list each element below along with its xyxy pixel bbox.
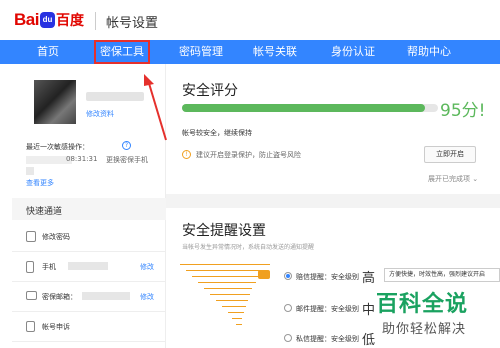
- radio-email-reminder[interactable]: [284, 304, 292, 312]
- mail-icon: [26, 291, 37, 300]
- radio-message-reminder[interactable]: [284, 334, 292, 342]
- score-description: 帐号较安全，继续保持: [182, 129, 252, 137]
- quick-link-phone[interactable]: 手机 修改: [12, 252, 166, 282]
- logo-text-bai: Bai: [14, 10, 39, 29]
- option-level: 低: [362, 333, 376, 348]
- header: Bai du 百度 帐号设置: [0, 0, 500, 40]
- quick-link-appeal[interactable]: 帐号申诉: [12, 312, 166, 342]
- quick-link-label: 密保邮箱：: [42, 293, 77, 301]
- radio-sms-reminder[interactable]: [284, 272, 292, 280]
- title-divider: [95, 12, 96, 30]
- score-progress-bar: [182, 104, 438, 112]
- avatar[interactable]: [34, 80, 76, 124]
- tooltip: 方便快捷，时效性高，强烈建议开启: [384, 268, 500, 282]
- remind-title: 安全提醒设置: [182, 223, 266, 239]
- logo-text-cn: 百度: [55, 13, 84, 29]
- option-level: 高: [362, 271, 376, 286]
- phone-icon: [26, 261, 34, 273]
- help-icon[interactable]: ?: [122, 141, 131, 150]
- option-label: 邮件提醒：安全级别: [296, 305, 359, 313]
- watermark-title: 百科全说: [376, 292, 469, 317]
- watermark-subtitle: 助你轻松解决: [382, 322, 467, 337]
- edit-phone-link[interactable]: 修改: [140, 262, 154, 272]
- option-label: 私信提醒：安全级别: [296, 335, 359, 343]
- quick-link-email[interactable]: 密保邮箱： 修改: [12, 282, 166, 312]
- nav-item-home[interactable]: 首页: [18, 40, 78, 64]
- nav-item-identity[interactable]: 身份认证: [318, 40, 388, 64]
- phone-blurred: [68, 262, 108, 270]
- warning-text: 建议开启登录保护，防止盗号风险: [196, 151, 301, 159]
- quick-title: 快速通道: [26, 207, 63, 217]
- quick-link-change-password[interactable]: 修改密码: [12, 222, 166, 252]
- chevron-down-icon: ⌄: [472, 175, 479, 183]
- view-more-link[interactable]: 查看更多: [26, 178, 54, 188]
- nav-item-linked-accounts[interactable]: 帐号关联: [240, 40, 310, 64]
- warning-icon: !: [182, 150, 191, 159]
- expand-completed-link[interactable]: 展开已完成项 ⌄: [428, 174, 478, 184]
- quick-link-label: 帐号申诉: [42, 323, 70, 331]
- last-op-desc: 更换密保手机: [106, 156, 148, 164]
- document-icon: [26, 321, 35, 332]
- nav-item-help[interactable]: 帮助中心: [394, 40, 464, 64]
- remind-description: 当帐号发生异常情况时，系统自动发送的通知提醒: [182, 244, 315, 251]
- option-level: 中: [362, 303, 376, 318]
- page-title: 帐号设置: [106, 16, 159, 31]
- op-blurred-2: [26, 167, 34, 175]
- section-separator: [166, 194, 500, 208]
- main-nav: 首页 密保工具 密码管理 帐号关联 身份认证 帮助中心: [0, 40, 500, 64]
- lock-icon: [26, 231, 36, 242]
- option-label: 赔信提醒：安全级别: [296, 273, 359, 281]
- score-title: 安全评分: [182, 83, 238, 99]
- last-op-time: 08:31:31: [66, 155, 98, 163]
- highlight-box: [94, 40, 150, 64]
- enable-now-button[interactable]: 立即开启: [424, 146, 476, 163]
- last-op-label: 最近一次敏感操作：: [26, 143, 89, 151]
- edit-email-link[interactable]: 修改: [140, 292, 154, 302]
- nav-item-password[interactable]: 密码管理: [166, 40, 236, 64]
- expand-label: 展开已完成项: [428, 175, 470, 183]
- score-progress-fill: [182, 104, 426, 112]
- score-value: 95分!: [440, 101, 486, 121]
- level-flag-icon: [258, 270, 270, 279]
- quick-link-label: 手机: [42, 263, 56, 271]
- paw-icon: du: [39, 12, 55, 28]
- quick-link-label: 修改密码: [42, 233, 70, 241]
- email-blurred: [82, 292, 130, 300]
- baidu-logo[interactable]: Bai du 百度: [14, 10, 84, 30]
- edit-profile-link[interactable]: 修改资料: [86, 109, 114, 119]
